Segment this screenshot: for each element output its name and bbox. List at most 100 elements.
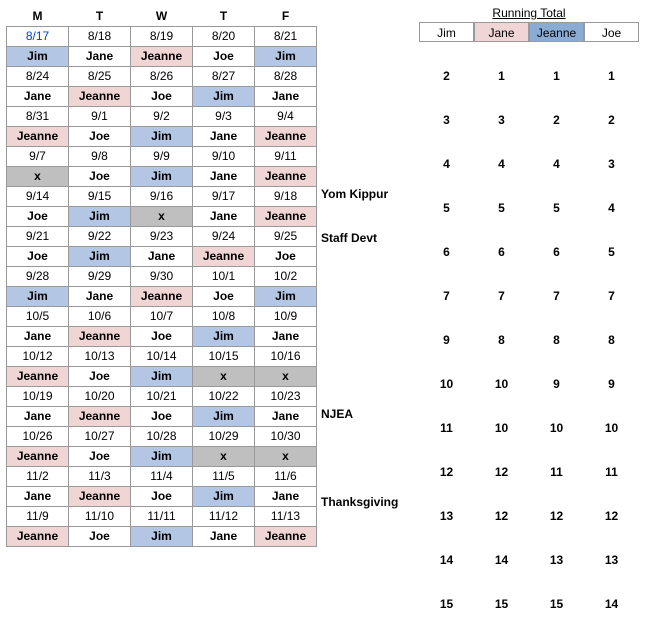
- running-total-cell: 9: [584, 377, 639, 391]
- date-cell: 9/2: [131, 106, 193, 126]
- assignment-cell: Jeanne: [255, 206, 317, 226]
- week-note: [321, 96, 409, 116]
- running-total-title: Running Total: [419, 6, 639, 20]
- assignment-cell: Jim: [7, 46, 69, 66]
- running-total-cell: 5: [529, 201, 584, 215]
- date-cell: 11/11: [131, 506, 193, 526]
- running-total-rows: 2111332244435554666577779888101099111010…: [419, 66, 639, 614]
- assignment-cell: Jeanne: [7, 446, 69, 466]
- date-cell: 11/5: [193, 466, 255, 486]
- running-total-cell: 1: [584, 69, 639, 83]
- running-total-cell: 1: [529, 69, 584, 83]
- assignment-cell: Jeanne: [69, 326, 131, 346]
- rt-header-joe: Joe: [584, 22, 639, 42]
- assignment-cell: x: [131, 206, 193, 226]
- running-total-cell: 4: [474, 157, 529, 171]
- date-cell: 9/30: [131, 266, 193, 286]
- day-header: W: [131, 6, 193, 26]
- date-cell: 10/8: [193, 306, 255, 326]
- running-total-cell: 13: [529, 553, 584, 567]
- running-total-cell: 8: [529, 333, 584, 347]
- week-note: [321, 316, 409, 336]
- date-cell: 8/18: [69, 26, 131, 46]
- assignment-cell: Jim: [193, 406, 255, 426]
- assignment-cell: Joe: [131, 486, 193, 506]
- assignment-cell: Joe: [69, 366, 131, 386]
- running-total-cell: 9: [529, 377, 584, 391]
- rt-header-jeanne: Jeanne: [529, 22, 584, 42]
- date-cell: 11/3: [69, 466, 131, 486]
- date-cell: 10/6: [69, 306, 131, 326]
- assignment-cell: x: [255, 366, 317, 386]
- date-cell: 8/28: [255, 66, 317, 86]
- date-cell: 8/24: [7, 66, 69, 86]
- assignment-cell: x: [255, 446, 317, 466]
- running-total-cell: 3: [474, 113, 529, 127]
- running-total-cell: 5: [474, 201, 529, 215]
- running-total-row: 6665: [419, 242, 639, 262]
- running-total-cell: 8: [474, 333, 529, 347]
- running-total-cell: 12: [529, 509, 584, 523]
- running-total-cell: 6: [474, 245, 529, 259]
- date-cell: 10/23: [255, 386, 317, 406]
- week-note: [321, 536, 409, 556]
- week-note: [321, 580, 409, 600]
- assignment-cell: Joe: [255, 246, 317, 266]
- running-total-cell: 11: [419, 421, 474, 435]
- date-cell: 10/15: [193, 346, 255, 366]
- day-header: T: [69, 6, 131, 26]
- date-cell: 10/30: [255, 426, 317, 446]
- assignment-cell: Jim: [193, 486, 255, 506]
- date-cell: 10/21: [131, 386, 193, 406]
- assignment-cell: Jane: [7, 86, 69, 106]
- running-total-cell: 2: [419, 69, 474, 83]
- date-cell: 9/4: [255, 106, 317, 126]
- running-total-cell: 8: [584, 333, 639, 347]
- running-total-cell: 2: [529, 113, 584, 127]
- assignment-cell: Jeanne: [131, 46, 193, 66]
- running-total-cell: 7: [584, 289, 639, 303]
- running-total-cell: 12: [419, 465, 474, 479]
- running-total-row: 11101010: [419, 418, 639, 438]
- running-total-cell: 5: [419, 201, 474, 215]
- running-total-cell: 12: [584, 509, 639, 523]
- date-cell: 9/10: [193, 146, 255, 166]
- date-cell: 9/21: [7, 226, 69, 246]
- date-cell: 11/2: [7, 466, 69, 486]
- assignment-cell: Joe: [131, 326, 193, 346]
- day-header: T: [193, 6, 255, 26]
- assignment-cell: Jane: [255, 326, 317, 346]
- date-cell: 10/19: [7, 386, 69, 406]
- schedule-table: MTWTF8/178/188/198/208/21JimJaneJeanneJo…: [6, 6, 317, 547]
- assignment-cell: Jane: [255, 86, 317, 106]
- assignment-cell: Jane: [7, 406, 69, 426]
- date-cell: 11/4: [131, 466, 193, 486]
- assignment-cell: Jane: [193, 526, 255, 546]
- date-cell: 10/16: [255, 346, 317, 366]
- running-total-cell: 13: [584, 553, 639, 567]
- running-total-cell: 7: [474, 289, 529, 303]
- assignment-cell: Jim: [69, 206, 131, 226]
- date-cell: 9/15: [69, 186, 131, 206]
- date-cell: 11/13: [255, 506, 317, 526]
- rt-header-jim: Jim: [419, 22, 474, 42]
- assignment-cell: Joe: [69, 126, 131, 146]
- running-total-cell: 10: [474, 377, 529, 391]
- running-total-row: 2111: [419, 66, 639, 86]
- day-header: M: [7, 6, 69, 26]
- date-cell: 9/24: [193, 226, 255, 246]
- date-cell: 8/25: [69, 66, 131, 86]
- running-total-cell: 14: [584, 597, 639, 611]
- assignment-cell: Jim: [131, 446, 193, 466]
- assignment-cell: Jane: [7, 486, 69, 506]
- assignment-cell: Jeanne: [7, 526, 69, 546]
- running-total-row: 15151514: [419, 594, 639, 614]
- date-cell: 9/29: [69, 266, 131, 286]
- date-cell: 9/11: [255, 146, 317, 166]
- date-cell: 10/29: [193, 426, 255, 446]
- date-cell: 10/1: [193, 266, 255, 286]
- date-cell: 9/28: [7, 266, 69, 286]
- assignment-cell: Jim: [7, 286, 69, 306]
- assignment-cell: x: [193, 446, 255, 466]
- date-cell: 9/7: [7, 146, 69, 166]
